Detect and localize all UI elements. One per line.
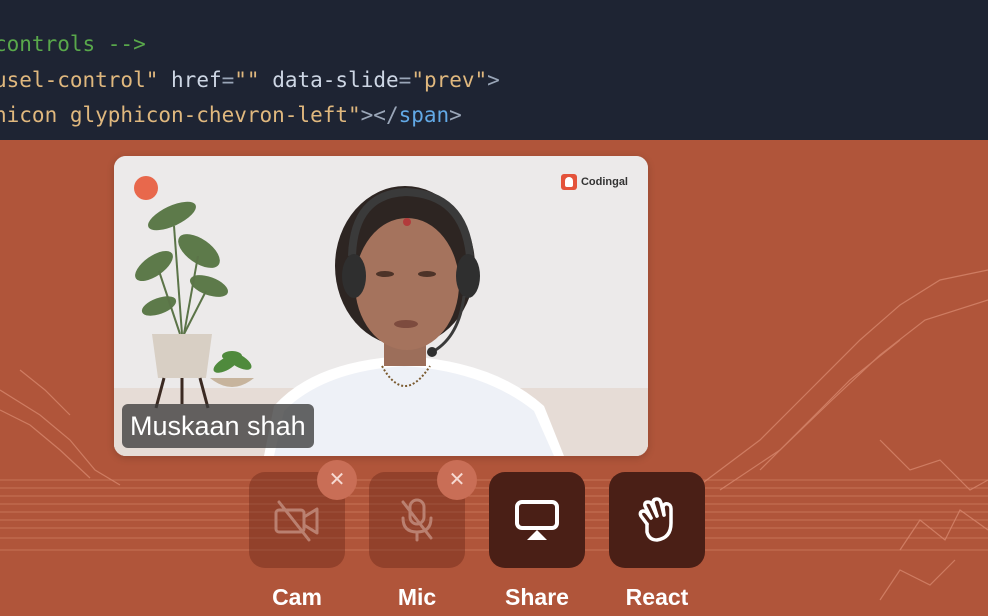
react-label: React — [625, 584, 689, 610]
participant-name-label: Muskaan shah — [122, 404, 314, 448]
brand-watermark: Codingal — [560, 174, 628, 190]
code-line-2: usel-control" href="" data-slide="prev"> — [0, 67, 500, 93]
brand-label: Codingal — [580, 176, 628, 188]
recording-indicator — [134, 176, 158, 200]
code-line-1: controls --> — [0, 31, 146, 57]
code-punctuation: ></ — [360, 103, 399, 127]
code-tag: span — [398, 103, 450, 127]
code-string: hicon glyphicon-chevron-left" — [0, 103, 361, 127]
mic-disabled-badge: ✕ — [437, 460, 477, 500]
screen-share-icon — [515, 500, 559, 540]
code-punctuation: = — [398, 68, 412, 92]
code-attribute: href — [171, 68, 222, 92]
share-label: Share — [505, 584, 569, 610]
camera-off-icon — [274, 500, 319, 542]
code-string: "prev" — [411, 68, 488, 92]
participant-video-tile[interactable]: Codingal Muskaan shah — [114, 156, 648, 456]
mic-toggle-button[interactable]: ✕ — [369, 460, 477, 568]
code-string: usel-control" — [0, 68, 159, 92]
mic-off-icon — [401, 498, 433, 542]
mic-label: Mic — [397, 584, 437, 610]
cam-label: Cam — [272, 584, 322, 610]
react-button[interactable] — [609, 472, 705, 568]
code-attribute: data-slide — [272, 68, 399, 92]
code-punctuation: > — [449, 103, 462, 127]
code-string: "" — [234, 68, 260, 92]
code-punctuation: = — [221, 68, 235, 92]
share-screen-button[interactable] — [489, 472, 585, 568]
code-line-3: hicon glyphicon-chevron-left"></span> — [0, 102, 462, 128]
code-editor-panel: controls --> usel-control" href="" data-… — [0, 0, 988, 140]
code-punctuation: > — [487, 68, 500, 92]
code-comment: controls --> — [0, 32, 146, 56]
codingal-logo-icon — [560, 174, 577, 190]
cam-toggle-button[interactable]: ✕ — [249, 460, 357, 568]
cam-disabled-badge: ✕ — [317, 460, 357, 500]
hand-wave-icon — [638, 497, 673, 542]
